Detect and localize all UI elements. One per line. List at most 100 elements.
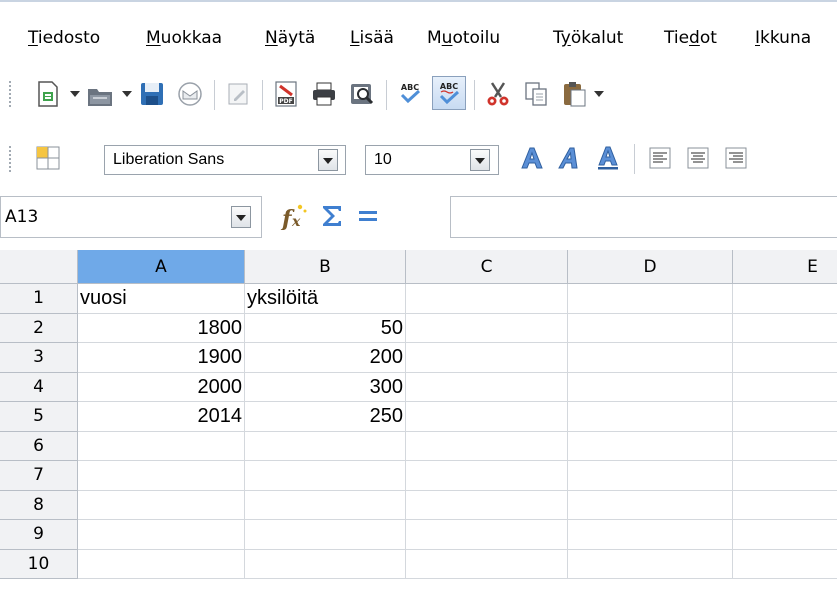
column-header-c[interactable]: C <box>406 250 568 284</box>
row-header[interactable]: 3 <box>0 343 78 373</box>
menu-window[interactable]: Ikkuna <box>755 28 811 48</box>
italic-icon[interactable] <box>556 144 584 172</box>
cell[interactable] <box>568 284 733 314</box>
cell[interactable] <box>733 520 837 550</box>
font-name-dropdown-button[interactable] <box>318 149 338 171</box>
auto-spellcheck-button[interactable]: ABC <box>432 76 466 110</box>
function-wizard-icon[interactable]: f x <box>280 202 308 230</box>
cell[interactable] <box>568 372 733 402</box>
menu-insert[interactable]: Lisää <box>350 28 394 48</box>
cell[interactable] <box>406 402 568 432</box>
print-icon[interactable] <box>310 80 338 108</box>
cell[interactable] <box>568 313 733 343</box>
cell[interactable]: 50 <box>245 313 406 343</box>
spellcheck-icon[interactable]: ABC <box>396 80 424 108</box>
name-box[interactable]: A13 <box>0 196 262 238</box>
cut-icon[interactable] <box>484 80 512 108</box>
column-header-d[interactable]: D <box>568 250 733 284</box>
row-header[interactable]: 6 <box>0 431 78 461</box>
cell[interactable] <box>78 549 245 579</box>
row-header[interactable]: 4 <box>0 372 78 402</box>
font-name-box[interactable]: Liberation Sans <box>104 145 346 175</box>
cell[interactable] <box>78 461 245 491</box>
cell[interactable] <box>733 343 837 373</box>
cell[interactable]: 1800 <box>78 313 245 343</box>
cell[interactable]: 300 <box>245 372 406 402</box>
cell[interactable]: 2000 <box>78 372 245 402</box>
cell[interactable]: yksilöitä <box>245 284 406 314</box>
menu-edit[interactable]: Muokkaa <box>146 28 222 48</box>
select-all-corner[interactable] <box>0 250 78 284</box>
row-header[interactable]: 8 <box>0 490 78 520</box>
cell[interactable] <box>406 343 568 373</box>
cell[interactable] <box>406 431 568 461</box>
formula-equals-icon[interactable] <box>354 202 382 230</box>
save-icon[interactable] <box>138 80 166 108</box>
export-pdf-icon[interactable]: PDF <box>272 80 300 108</box>
paste-dropdown-arrow[interactable] <box>594 91 604 97</box>
cell[interactable]: 200 <box>245 343 406 373</box>
open-folder-icon[interactable] <box>86 82 114 110</box>
align-center-icon[interactable] <box>684 144 712 172</box>
cell[interactable] <box>733 491 837 520</box>
cell[interactable] <box>568 461 733 491</box>
cell[interactable]: 1900 <box>78 343 245 373</box>
cell[interactable] <box>733 284 837 314</box>
row-header[interactable]: 10 <box>0 549 78 579</box>
cell[interactable] <box>568 549 733 579</box>
bold-icon[interactable] <box>518 144 546 172</box>
font-size-dropdown-button[interactable] <box>470 149 490 171</box>
cell[interactable] <box>733 314 837 343</box>
print-preview-icon[interactable] <box>348 80 376 108</box>
toolbar-grip[interactable] <box>8 80 12 108</box>
align-right-icon[interactable] <box>722 144 750 172</box>
new-dropdown-arrow[interactable] <box>70 91 80 97</box>
sum-icon[interactable] <box>318 202 346 230</box>
cell[interactable] <box>406 549 568 579</box>
cell[interactable] <box>733 461 837 491</box>
cell[interactable] <box>78 520 245 550</box>
cell[interactable] <box>733 432 837 461</box>
email-icon[interactable] <box>176 80 204 108</box>
menu-file[interactable]: Tiedosto <box>28 28 100 48</box>
cell[interactable] <box>245 520 406 550</box>
cell[interactable] <box>568 343 733 373</box>
toolbar-grip[interactable] <box>8 145 12 173</box>
cell[interactable] <box>733 373 837 402</box>
cell[interactable] <box>245 461 406 491</box>
edit-document-icon[interactable] <box>224 80 252 108</box>
row-header[interactable]: 5 <box>0 402 78 432</box>
cell[interactable] <box>406 372 568 402</box>
cell[interactable] <box>245 549 406 579</box>
cell[interactable] <box>568 490 733 520</box>
row-header[interactable]: 1 <box>0 284 78 314</box>
row-header[interactable]: 2 <box>0 313 78 343</box>
row-header[interactable]: 7 <box>0 461 78 491</box>
menu-view[interactable]: Näytä <box>265 28 315 48</box>
cell[interactable] <box>568 431 733 461</box>
cell[interactable] <box>733 550 837 579</box>
styles-icon[interactable] <box>34 144 62 172</box>
open-dropdown-arrow[interactable] <box>122 91 132 97</box>
copy-icon[interactable] <box>522 80 550 108</box>
menu-tools[interactable]: Työkalut <box>553 28 623 48</box>
column-header-e[interactable]: E <box>733 250 837 284</box>
paste-icon[interactable] <box>560 80 588 108</box>
new-document-icon[interactable] <box>34 80 62 108</box>
row-header[interactable]: 9 <box>0 520 78 550</box>
cell[interactable] <box>568 402 733 432</box>
cell[interactable]: 250 <box>245 402 406 432</box>
cell[interactable] <box>78 431 245 461</box>
menu-format[interactable]: Muotoilu <box>427 28 500 48</box>
cell[interactable] <box>78 490 245 520</box>
cell[interactable] <box>568 520 733 550</box>
name-box-dropdown-button[interactable] <box>231 206 251 228</box>
cell[interactable] <box>406 490 568 520</box>
formula-input[interactable] <box>450 196 837 238</box>
menu-data[interactable]: Tiedot <box>664 28 717 48</box>
align-left-icon[interactable] <box>646 144 674 172</box>
cell[interactable]: vuosi <box>78 284 245 314</box>
cell[interactable] <box>733 402 837 432</box>
cell[interactable]: 2014 <box>78 402 245 432</box>
column-header-a[interactable]: A <box>78 250 245 284</box>
